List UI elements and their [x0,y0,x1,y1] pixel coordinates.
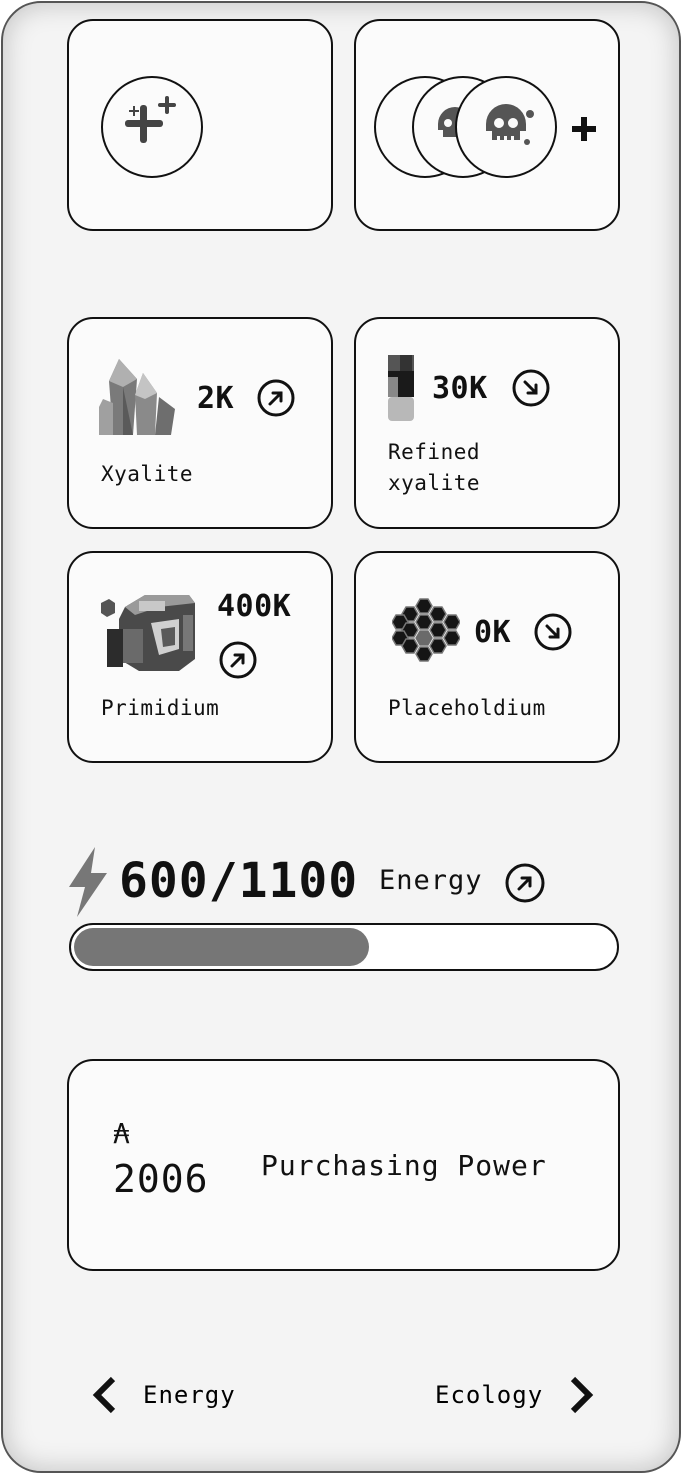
chevron-left-icon [92,1376,116,1414]
purchasing-power-value: 2006 [113,1157,209,1201]
resource-name: Placeholdium [388,696,546,720]
resource-amount: 30K [432,371,488,406]
nav-prev-label: Energy [143,1381,236,1409]
resource-name: Refined xyalite [388,440,481,495]
resource-card-placeholdium[interactable]: 0K Placeholdium [354,551,620,763]
nav-prev-button[interactable]: Energy [89,1373,236,1417]
resource-name: Primidium [101,696,220,720]
energy-progress-fill [74,928,369,966]
resource-card-xyalite[interactable]: 2K Xyalite [67,317,333,529]
energy-label: Energy [379,865,483,896]
trend-up-icon[interactable] [505,863,545,903]
hexagon-cluster-icon [391,597,461,667]
skull-avatar-icon [455,76,557,178]
resource-name: Xyalite [101,462,194,486]
resource-amount: 2K [197,381,235,416]
purchasing-power-card[interactable]: ₳ 2006 Purchasing Power [67,1059,620,1271]
nav-next-label: Ecology [435,1381,544,1409]
vial-icon [386,355,416,423]
crew-card[interactable] [354,19,620,231]
add-item-card[interactable] [67,19,333,231]
sparkle-plus-icon[interactable] [101,76,203,178]
energy-value: 600/1100 [119,853,359,909]
trend-up-icon[interactable] [257,379,295,417]
resource-amount: 400K [217,589,292,624]
trend-down-icon[interactable] [534,613,572,651]
currency-symbol: ₳ [113,1117,130,1150]
resource-card-primidium[interactable]: 400K Primidium [67,551,333,763]
plus-icon[interactable] [570,115,598,143]
resource-card-refined-xyalite[interactable]: 30K Refined xyalite [354,317,620,529]
app-frame: 2K Xyalite 30K Refined xyalite 400K Prim… [1,1,681,1473]
crystal-icon [99,359,179,439]
energy-progress-bar [69,923,619,971]
trend-down-icon[interactable] [512,369,550,407]
ore-block-icon [99,589,199,677]
chevron-right-icon [571,1376,594,1414]
nav-next-button[interactable]: Ecology [435,1373,597,1417]
purchasing-power-label: Purchasing Power [261,1149,547,1182]
resource-amount: 0K [474,615,512,650]
trend-up-icon[interactable] [219,641,257,679]
lightning-icon [65,847,109,917]
